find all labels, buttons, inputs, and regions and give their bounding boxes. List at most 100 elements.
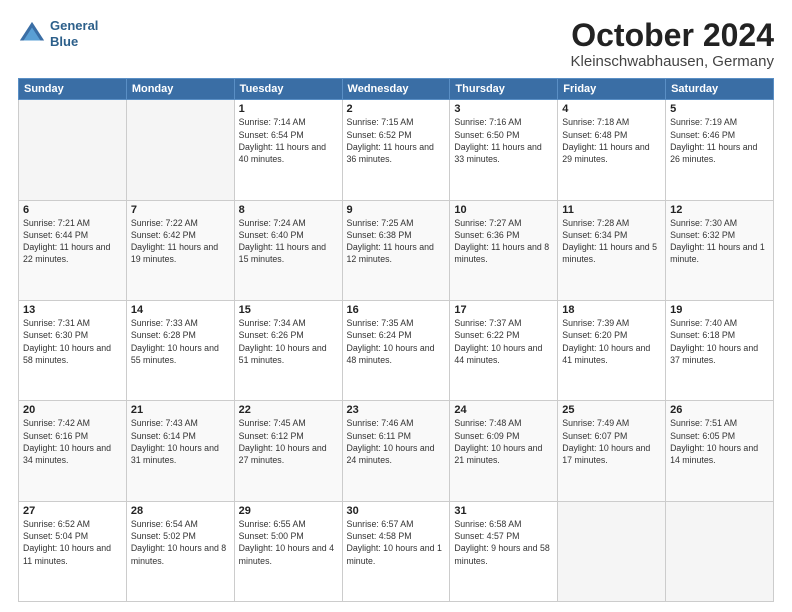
day-info: Sunrise: 7:18 AM Sunset: 6:48 PM Dayligh… bbox=[562, 116, 661, 165]
day-info: Sunrise: 7:16 AM Sunset: 6:50 PM Dayligh… bbox=[454, 116, 553, 165]
day-info: Sunrise: 7:14 AM Sunset: 6:54 PM Dayligh… bbox=[239, 116, 338, 165]
day-info: Sunrise: 7:34 AM Sunset: 6:26 PM Dayligh… bbox=[239, 317, 338, 366]
day-cell: 26Sunrise: 7:51 AM Sunset: 6:05 PM Dayli… bbox=[666, 401, 774, 501]
day-cell: 22Sunrise: 7:45 AM Sunset: 6:12 PM Dayli… bbox=[234, 401, 342, 501]
day-number: 7 bbox=[131, 204, 230, 216]
day-number: 15 bbox=[239, 304, 338, 316]
col-header-monday: Monday bbox=[126, 79, 234, 100]
calendar-header-row: SundayMondayTuesdayWednesdayThursdayFrid… bbox=[19, 79, 774, 100]
month-title: October 2024 bbox=[571, 18, 774, 53]
day-number: 22 bbox=[239, 404, 338, 416]
day-number: 24 bbox=[454, 404, 553, 416]
header: General Blue October 2024 Kleinschwabhau… bbox=[18, 18, 774, 70]
day-cell: 9Sunrise: 7:25 AM Sunset: 6:38 PM Daylig… bbox=[342, 200, 450, 300]
day-number: 18 bbox=[562, 304, 661, 316]
day-cell: 10Sunrise: 7:27 AM Sunset: 6:36 PM Dayli… bbox=[450, 200, 558, 300]
day-cell: 19Sunrise: 7:40 AM Sunset: 6:18 PM Dayli… bbox=[666, 300, 774, 400]
calendar-table: SundayMondayTuesdayWednesdayThursdayFrid… bbox=[18, 78, 774, 602]
col-header-tuesday: Tuesday bbox=[234, 79, 342, 100]
day-cell: 18Sunrise: 7:39 AM Sunset: 6:20 PM Dayli… bbox=[558, 300, 666, 400]
day-info: Sunrise: 7:45 AM Sunset: 6:12 PM Dayligh… bbox=[239, 417, 338, 466]
day-info: Sunrise: 6:54 AM Sunset: 5:02 PM Dayligh… bbox=[131, 518, 230, 567]
day-info: Sunrise: 7:35 AM Sunset: 6:24 PM Dayligh… bbox=[347, 317, 446, 366]
day-cell: 12Sunrise: 7:30 AM Sunset: 6:32 PM Dayli… bbox=[666, 200, 774, 300]
day-number: 9 bbox=[347, 204, 446, 216]
day-number: 6 bbox=[23, 204, 122, 216]
day-cell: 2Sunrise: 7:15 AM Sunset: 6:52 PM Daylig… bbox=[342, 100, 450, 200]
logo-text: General Blue bbox=[50, 18, 98, 49]
week-row-1: 1Sunrise: 7:14 AM Sunset: 6:54 PM Daylig… bbox=[19, 100, 774, 200]
day-cell: 23Sunrise: 7:46 AM Sunset: 6:11 PM Dayli… bbox=[342, 401, 450, 501]
day-info: Sunrise: 7:39 AM Sunset: 6:20 PM Dayligh… bbox=[562, 317, 661, 366]
week-row-2: 6Sunrise: 7:21 AM Sunset: 6:44 PM Daylig… bbox=[19, 200, 774, 300]
day-info: Sunrise: 7:46 AM Sunset: 6:11 PM Dayligh… bbox=[347, 417, 446, 466]
day-info: Sunrise: 7:37 AM Sunset: 6:22 PM Dayligh… bbox=[454, 317, 553, 366]
day-info: Sunrise: 7:33 AM Sunset: 6:28 PM Dayligh… bbox=[131, 317, 230, 366]
day-cell bbox=[19, 100, 127, 200]
day-info: Sunrise: 7:27 AM Sunset: 6:36 PM Dayligh… bbox=[454, 217, 553, 266]
day-cell: 1Sunrise: 7:14 AM Sunset: 6:54 PM Daylig… bbox=[234, 100, 342, 200]
day-cell: 7Sunrise: 7:22 AM Sunset: 6:42 PM Daylig… bbox=[126, 200, 234, 300]
day-info: Sunrise: 7:22 AM Sunset: 6:42 PM Dayligh… bbox=[131, 217, 230, 266]
day-cell: 21Sunrise: 7:43 AM Sunset: 6:14 PM Dayli… bbox=[126, 401, 234, 501]
day-cell bbox=[666, 501, 774, 601]
day-info: Sunrise: 7:40 AM Sunset: 6:18 PM Dayligh… bbox=[670, 317, 769, 366]
logo-line2: Blue bbox=[50, 34, 98, 50]
day-cell: 5Sunrise: 7:19 AM Sunset: 6:46 PM Daylig… bbox=[666, 100, 774, 200]
day-number: 23 bbox=[347, 404, 446, 416]
day-number: 21 bbox=[131, 404, 230, 416]
day-cell: 6Sunrise: 7:21 AM Sunset: 6:44 PM Daylig… bbox=[19, 200, 127, 300]
day-cell bbox=[558, 501, 666, 601]
day-number: 25 bbox=[562, 404, 661, 416]
day-number: 30 bbox=[347, 505, 446, 517]
day-info: Sunrise: 6:52 AM Sunset: 5:04 PM Dayligh… bbox=[23, 518, 122, 567]
day-cell: 24Sunrise: 7:48 AM Sunset: 6:09 PM Dayli… bbox=[450, 401, 558, 501]
day-cell bbox=[126, 100, 234, 200]
logo-icon bbox=[18, 20, 46, 48]
day-cell: 31Sunrise: 6:58 AM Sunset: 4:57 PM Dayli… bbox=[450, 501, 558, 601]
day-number: 3 bbox=[454, 103, 553, 115]
day-cell: 4Sunrise: 7:18 AM Sunset: 6:48 PM Daylig… bbox=[558, 100, 666, 200]
day-cell: 28Sunrise: 6:54 AM Sunset: 5:02 PM Dayli… bbox=[126, 501, 234, 601]
col-header-sunday: Sunday bbox=[19, 79, 127, 100]
week-row-4: 20Sunrise: 7:42 AM Sunset: 6:16 PM Dayli… bbox=[19, 401, 774, 501]
col-header-thursday: Thursday bbox=[450, 79, 558, 100]
day-number: 5 bbox=[670, 103, 769, 115]
day-number: 16 bbox=[347, 304, 446, 316]
col-header-saturday: Saturday bbox=[666, 79, 774, 100]
day-number: 10 bbox=[454, 204, 553, 216]
logo: General Blue bbox=[18, 18, 98, 49]
day-number: 13 bbox=[23, 304, 122, 316]
day-info: Sunrise: 6:55 AM Sunset: 5:00 PM Dayligh… bbox=[239, 518, 338, 567]
day-cell: 29Sunrise: 6:55 AM Sunset: 5:00 PM Dayli… bbox=[234, 501, 342, 601]
day-cell: 15Sunrise: 7:34 AM Sunset: 6:26 PM Dayli… bbox=[234, 300, 342, 400]
day-info: Sunrise: 7:31 AM Sunset: 6:30 PM Dayligh… bbox=[23, 317, 122, 366]
col-header-wednesday: Wednesday bbox=[342, 79, 450, 100]
day-cell: 14Sunrise: 7:33 AM Sunset: 6:28 PM Dayli… bbox=[126, 300, 234, 400]
day-number: 12 bbox=[670, 204, 769, 216]
day-cell: 16Sunrise: 7:35 AM Sunset: 6:24 PM Dayli… bbox=[342, 300, 450, 400]
day-info: Sunrise: 7:19 AM Sunset: 6:46 PM Dayligh… bbox=[670, 116, 769, 165]
day-info: Sunrise: 7:49 AM Sunset: 6:07 PM Dayligh… bbox=[562, 417, 661, 466]
day-info: Sunrise: 7:24 AM Sunset: 6:40 PM Dayligh… bbox=[239, 217, 338, 266]
week-row-5: 27Sunrise: 6:52 AM Sunset: 5:04 PM Dayli… bbox=[19, 501, 774, 601]
day-info: Sunrise: 7:42 AM Sunset: 6:16 PM Dayligh… bbox=[23, 417, 122, 466]
day-number: 17 bbox=[454, 304, 553, 316]
day-number: 1 bbox=[239, 103, 338, 115]
day-number: 31 bbox=[454, 505, 553, 517]
page: General Blue October 2024 Kleinschwabhau… bbox=[0, 0, 792, 612]
location-title: Kleinschwabhausen, Germany bbox=[571, 53, 774, 70]
day-cell: 17Sunrise: 7:37 AM Sunset: 6:22 PM Dayli… bbox=[450, 300, 558, 400]
day-number: 19 bbox=[670, 304, 769, 316]
day-info: Sunrise: 7:51 AM Sunset: 6:05 PM Dayligh… bbox=[670, 417, 769, 466]
day-number: 29 bbox=[239, 505, 338, 517]
day-cell: 30Sunrise: 6:57 AM Sunset: 4:58 PM Dayli… bbox=[342, 501, 450, 601]
day-cell: 20Sunrise: 7:42 AM Sunset: 6:16 PM Dayli… bbox=[19, 401, 127, 501]
day-number: 11 bbox=[562, 204, 661, 216]
day-number: 2 bbox=[347, 103, 446, 115]
day-cell: 13Sunrise: 7:31 AM Sunset: 6:30 PM Dayli… bbox=[19, 300, 127, 400]
day-number: 14 bbox=[131, 304, 230, 316]
day-info: Sunrise: 6:58 AM Sunset: 4:57 PM Dayligh… bbox=[454, 518, 553, 567]
day-cell: 11Sunrise: 7:28 AM Sunset: 6:34 PM Dayli… bbox=[558, 200, 666, 300]
day-number: 8 bbox=[239, 204, 338, 216]
